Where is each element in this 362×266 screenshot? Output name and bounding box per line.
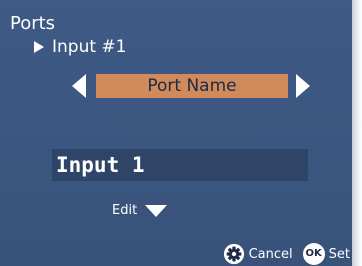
value-text: Input 1: [56, 153, 145, 177]
panel-shadow: [352, 0, 362, 266]
breadcrumb: Input #1: [34, 37, 126, 57]
breadcrumb-label: Input #1: [52, 37, 127, 57]
set-label[interactable]: Set: [329, 247, 350, 262]
triangle-right-icon: [34, 41, 44, 53]
chevron-left-icon[interactable]: [72, 74, 86, 98]
edit-button[interactable]: Edit: [112, 203, 168, 218]
ok-button-icon[interactable]: OK: [302, 243, 325, 265]
ports-screen: Ports Input #1 Port Name Input 1 Edit Ca…: [0, 0, 352, 266]
edit-label: Edit: [112, 203, 138, 218]
page-title: Ports: [10, 13, 56, 34]
value-field[interactable]: Input 1: [52, 149, 308, 181]
footer-actions: Cancel OK Set: [223, 243, 350, 265]
chevron-right-icon[interactable]: [296, 74, 310, 98]
cancel-label[interactable]: Cancel: [249, 247, 293, 262]
field-selector[interactable]: Port Name: [96, 74, 288, 98]
gear-icon[interactable]: [223, 243, 245, 265]
triangle-down-icon: [145, 204, 168, 217]
